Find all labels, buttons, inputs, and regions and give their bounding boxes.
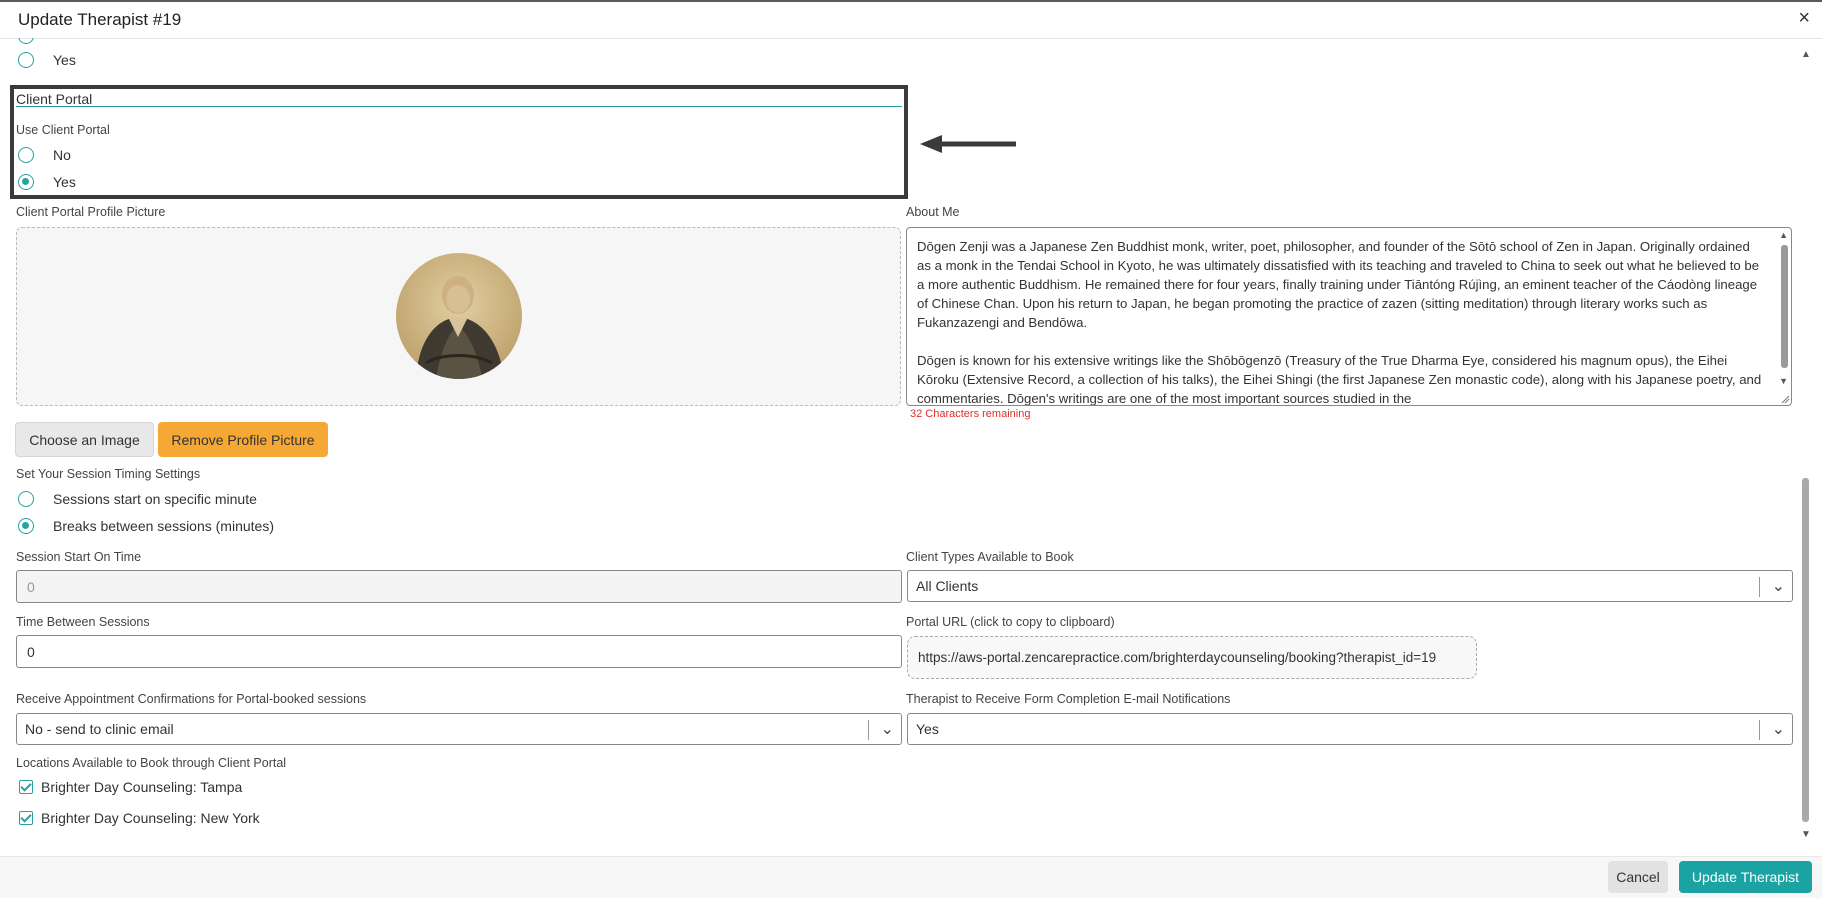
resize-handle-icon[interactable] [1780,394,1790,404]
select-value: All Clients [916,578,979,594]
select-separator [1759,577,1760,597]
session-breaks-radio[interactable]: Breaks between sessions (minutes) [18,518,274,534]
select-separator [868,720,869,740]
about-me-text: Dōgen Zenji was a Japanese Zen Buddhist … [917,239,1762,406]
location-checkbox-new-york[interactable]: Brighter Day Counseling: New York [19,810,260,826]
avatar [396,253,522,379]
about-me-textarea[interactable]: Dōgen Zenji was a Japanese Zen Buddhist … [906,227,1792,406]
client-types-label: Client Types Available to Book [906,550,1074,564]
profile-picture-label: Client Portal Profile Picture [16,205,166,219]
about-me-label: About Me [906,205,960,219]
select-separator [1759,720,1760,740]
monk-portrait-icon [396,253,522,379]
session-timing-label: Set Your Session Timing Settings [16,467,201,481]
location-checkbox-tampa[interactable]: Brighter Day Counseling: Tampa [19,779,242,795]
scroll-down-icon[interactable]: ▼ [1801,829,1811,840]
checkbox-checked-icon [19,811,33,825]
prev-question-radio-hidden[interactable] [18,38,53,44]
chevron-down-icon[interactable]: ⌄ [1772,576,1785,596]
modal-footer [0,856,1822,898]
scroll-up-icon[interactable]: ▲ [1779,230,1788,240]
characters-remaining: 32 Characters remaining [910,408,1031,420]
scroll-up-icon[interactable]: ▲ [1801,49,1811,60]
time-between-label: Time Between Sessions [16,615,150,629]
portal-url-label: Portal URL (click to copy to clipboard) [906,615,1115,629]
chevron-down-icon[interactable]: ⌄ [881,719,894,739]
choose-image-button[interactable]: Choose an Image [15,422,154,457]
session-start-label: Session Start On Time [16,550,142,564]
confirmations-label: Receive Appointment Confirmations for Po… [16,692,367,706]
radio-label: Yes [53,52,76,68]
select-value: Yes [916,721,939,737]
page-scrollbar-thumb[interactable] [1802,478,1809,822]
radio-selected-icon [18,518,34,534]
checkbox-checked-icon [19,780,33,794]
radio-label: Sessions start on specific minute [53,491,257,507]
cancel-button[interactable]: Cancel [1608,861,1668,893]
client-types-select[interactable]: All Clients ⌄ [907,570,1793,602]
modal-title: Update Therapist #19 [18,10,182,29]
remove-profile-picture-button[interactable]: Remove Profile Picture [158,422,328,457]
checkbox-label: Brighter Day Counseling: New York [41,810,260,826]
select-value: No - send to clinic email [25,721,174,737]
modal-header: Update Therapist #19 × [0,2,1822,39]
update-therapist-button[interactable]: Update Therapist [1679,861,1812,893]
locations-label: Locations Available to Book through Clie… [16,756,287,770]
annotation-arrow-icon [920,135,1016,153]
scroll-down-icon[interactable]: ▼ [1779,376,1788,386]
radio-icon [18,52,34,68]
radio-icon [18,38,34,44]
annotation-highlight-box [10,85,908,199]
prev-question-radio-yes[interactable]: Yes [18,52,76,68]
form-notifications-label: Therapist to Receive Form Completion E-m… [906,692,1231,706]
chevron-down-icon[interactable]: ⌄ [1772,719,1785,739]
form-notifications-select[interactable]: Yes ⌄ [907,713,1793,745]
session-start-input[interactable]: 0 [16,570,902,603]
portal-url-copy-box[interactable]: https://aws-portal.zencarepractice.com/b… [907,636,1477,679]
textarea-scrollbar-thumb[interactable] [1781,245,1788,368]
close-icon[interactable]: × [1798,7,1810,30]
confirmations-select[interactable]: No - send to clinic email ⌄ [16,713,902,745]
checkbox-label: Brighter Day Counseling: Tampa [41,779,243,795]
session-specific-minute-radio[interactable]: Sessions start on specific minute [18,491,257,507]
time-between-input[interactable]: 0 [16,635,902,668]
radio-icon [18,491,34,507]
radio-label: Breaks between sessions (minutes) [53,518,274,534]
